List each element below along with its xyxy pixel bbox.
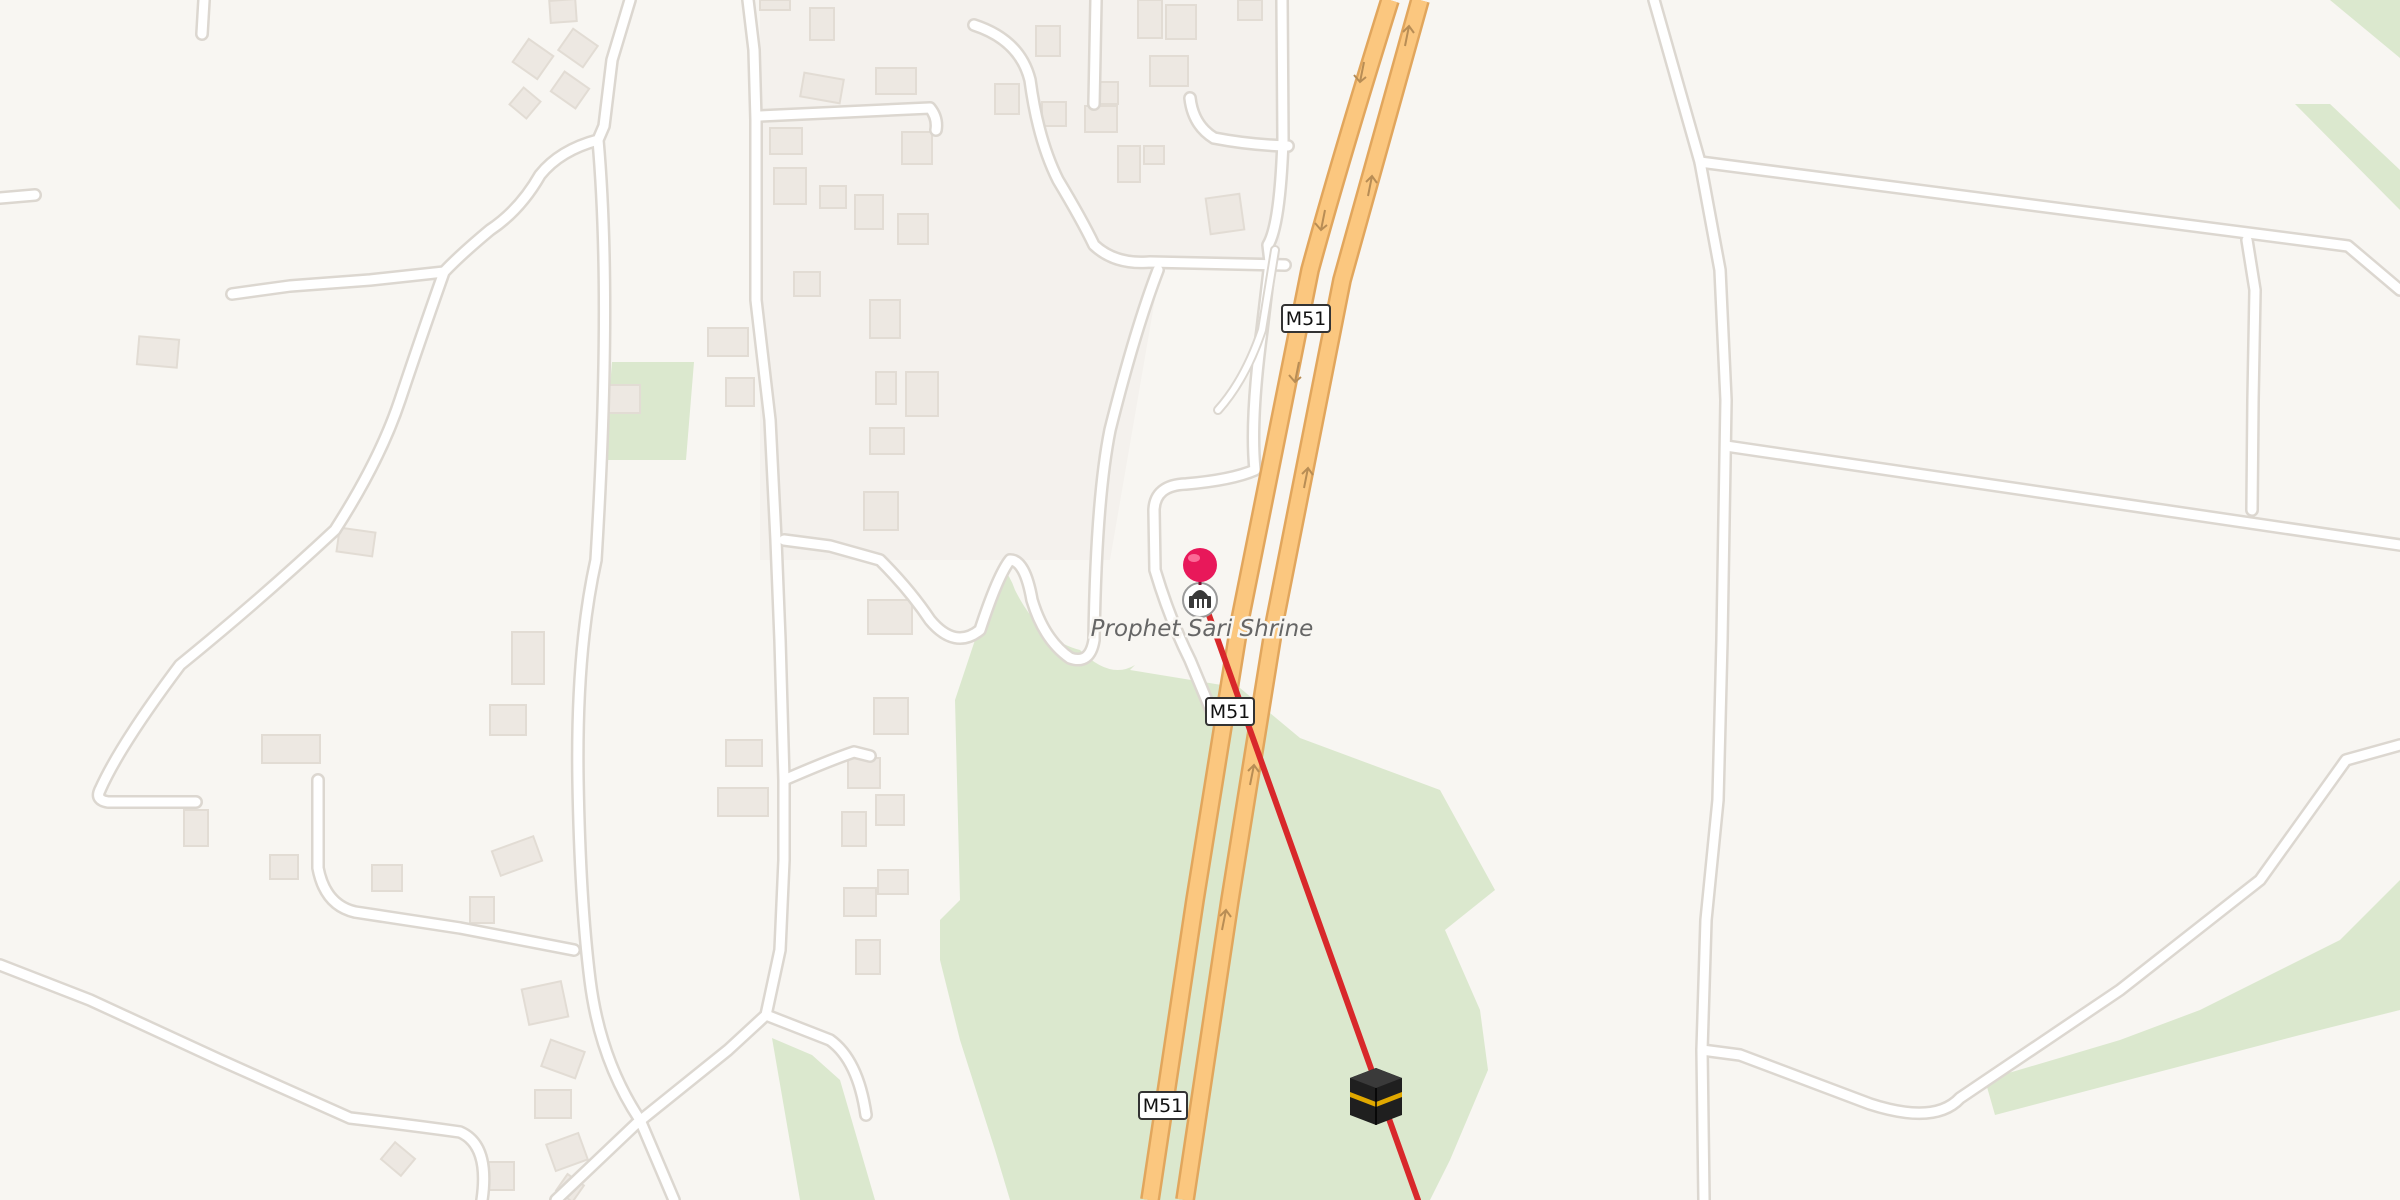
building — [854, 194, 884, 230]
building — [269, 854, 299, 880]
map-canvas[interactable]: M51 M51 M51 Prophet Sari Shrine — [0, 0, 2400, 1200]
building — [1237, 0, 1263, 21]
building — [897, 213, 929, 245]
building — [875, 67, 917, 95]
building — [1084, 105, 1118, 133]
building — [261, 734, 321, 764]
building — [877, 869, 909, 895]
road-shield-label: M51 — [1143, 1095, 1184, 1117]
road-shield-middle: M51 — [1205, 697, 1255, 726]
building — [819, 185, 847, 209]
building — [135, 335, 181, 369]
road-shield-label: M51 — [1286, 308, 1327, 330]
building — [725, 739, 763, 767]
building — [725, 377, 755, 407]
building — [769, 127, 803, 155]
building — [489, 704, 527, 736]
building — [1035, 25, 1061, 57]
building — [1143, 145, 1165, 165]
building — [717, 787, 769, 817]
building — [1149, 55, 1189, 87]
building — [905, 371, 939, 417]
kaaba-icon[interactable] — [1350, 1068, 1402, 1125]
building — [707, 327, 749, 357]
building — [847, 757, 881, 789]
building — [1041, 101, 1067, 127]
building — [773, 167, 807, 205]
road-shield-north: M51 — [1281, 304, 1331, 333]
building — [843, 887, 877, 917]
building — [1117, 145, 1141, 183]
building — [511, 631, 545, 685]
building — [869, 299, 901, 339]
building — [873, 697, 909, 735]
building — [1165, 4, 1197, 40]
building — [869, 427, 905, 455]
building — [534, 1089, 572, 1119]
road-shield-label: M51 — [1210, 701, 1251, 723]
poi-label: Prophet Sari Shrine — [1091, 616, 1314, 642]
building — [1137, 0, 1163, 39]
building — [809, 7, 835, 41]
building — [875, 794, 905, 826]
building — [863, 491, 899, 531]
road-shield-south: M51 — [1138, 1091, 1188, 1120]
building — [520, 980, 570, 1026]
building — [607, 384, 641, 414]
building — [793, 271, 821, 297]
building — [469, 896, 495, 924]
building — [548, 0, 578, 24]
building — [841, 811, 867, 847]
building — [371, 864, 403, 892]
building — [867, 599, 913, 635]
building — [759, 0, 791, 11]
building — [1204, 192, 1246, 236]
building — [855, 939, 881, 975]
building — [183, 809, 209, 847]
building — [335, 526, 377, 558]
building — [994, 83, 1020, 115]
building — [875, 371, 897, 405]
building — [901, 131, 933, 165]
